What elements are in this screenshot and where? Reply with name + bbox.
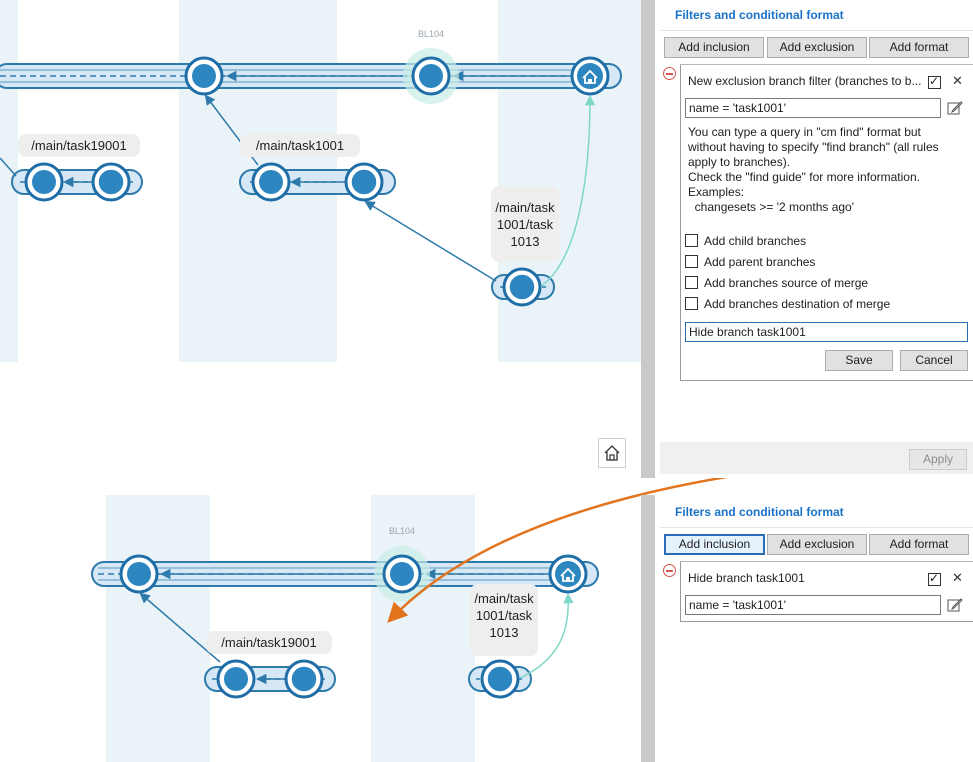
divider [660, 527, 973, 528]
add-merge-source-checkbox[interactable] [685, 276, 698, 289]
panel-splitter[interactable] [641, 495, 655, 762]
cancel-button[interactable]: Cancel [900, 350, 968, 371]
filter-name-input[interactable]: Hide branch task1001 [685, 322, 968, 342]
go-home-button[interactable] [598, 438, 626, 468]
panel-title: Filters and conditional format [675, 8, 844, 22]
filter-border [680, 561, 681, 621]
help-text-line: You can type a query in "cm find" format… [688, 125, 921, 139]
branch-label: /main/task19001 [31, 138, 127, 153]
branch-label: /main/task 1001/task 1013 [495, 200, 555, 249]
baseline-label: BL104 [418, 29, 444, 39]
changeset-node [502, 267, 542, 307]
head-changeset-node [570, 56, 610, 96]
top-graph: BL104 [0, 0, 641, 362]
filter-border [680, 64, 973, 65]
help-text-line: Examples: [688, 185, 745, 199]
filter-enabled-checkbox[interactable] [928, 571, 941, 586]
changeset-node [216, 659, 256, 699]
query-input[interactable]: name = 'task1001' [685, 98, 941, 118]
add-inclusion-button[interactable]: Add inclusion [664, 37, 764, 58]
help-text-line: changesets >= '2 months ago' [688, 200, 855, 214]
changeset-node [344, 162, 384, 202]
panel-splitter[interactable] [641, 0, 655, 478]
filter-header: New exclusion branch filter (branches to… [688, 74, 922, 88]
head-changeset-node [548, 554, 588, 594]
add-exclusion-button[interactable]: Add exclusion [767, 534, 867, 555]
add-merge-destination-checkbox[interactable] [685, 297, 698, 310]
changeset-node [119, 554, 159, 594]
filter-enabled-checkbox[interactable] [928, 74, 941, 89]
lane [498, 0, 641, 362]
lane [106, 495, 210, 762]
option-label: Add branches source of merge [704, 276, 869, 290]
filter-border [680, 621, 973, 622]
filters-panel: Filters and conditional format Add inclu… [655, 495, 973, 762]
add-format-button[interactable]: Add format [869, 37, 969, 58]
edit-icon[interactable] [947, 100, 963, 116]
panel-title: Filters and conditional format [675, 505, 844, 519]
branch-label: /main/task19001 [221, 635, 317, 650]
changeset-node [382, 554, 422, 594]
option-label: Add parent branches [704, 255, 816, 269]
filter-header: Hide branch task1001 [688, 571, 805, 585]
changeset-node [480, 659, 520, 699]
add-format-button[interactable]: Add format [869, 534, 969, 555]
apply-bar: Apply [660, 442, 973, 474]
changeset-node [251, 162, 291, 202]
changeset-node [184, 56, 224, 96]
divider [660, 30, 973, 31]
changeset-node [411, 56, 451, 96]
branch-label: /main/task1001 [255, 138, 345, 153]
option-label: Add branches destination of merge [704, 297, 891, 311]
changeset-node [24, 162, 64, 202]
baseline-label: BL104 [389, 526, 415, 536]
save-button[interactable]: Save [825, 350, 893, 371]
apply-button[interactable]: Apply [909, 449, 967, 470]
remove-filter-icon[interactable] [663, 67, 676, 80]
filters-panel: Filters and conditional format Add inclu… [655, 0, 973, 478]
edit-icon[interactable] [947, 597, 963, 613]
changeset-node [91, 162, 131, 202]
add-child-branches-checkbox[interactable] [685, 234, 698, 247]
help-text-line: apply to branches). [688, 155, 791, 169]
branch-label: /main/task 1001/task 1013 [474, 591, 534, 640]
home-icon [604, 445, 620, 461]
close-icon[interactable]: ✕ [952, 571, 963, 586]
query-input[interactable]: name = 'task1001' [685, 595, 941, 615]
remove-filter-icon[interactable] [663, 564, 676, 577]
changeset-node [284, 659, 324, 699]
filter-border [680, 64, 681, 380]
help-text-line: Check the "find guide" for more informat… [688, 170, 920, 184]
lane [371, 495, 475, 762]
add-parent-branches-checkbox[interactable] [685, 255, 698, 268]
option-label: Add child branches [704, 234, 807, 248]
filter-border [680, 380, 973, 381]
add-exclusion-button[interactable]: Add exclusion [767, 37, 867, 58]
add-inclusion-button[interactable]: Add inclusion [664, 534, 765, 555]
filter-border [680, 561, 973, 562]
close-icon[interactable]: ✕ [952, 74, 963, 89]
help-text-line: without having to specify "find branch" … [688, 140, 939, 154]
